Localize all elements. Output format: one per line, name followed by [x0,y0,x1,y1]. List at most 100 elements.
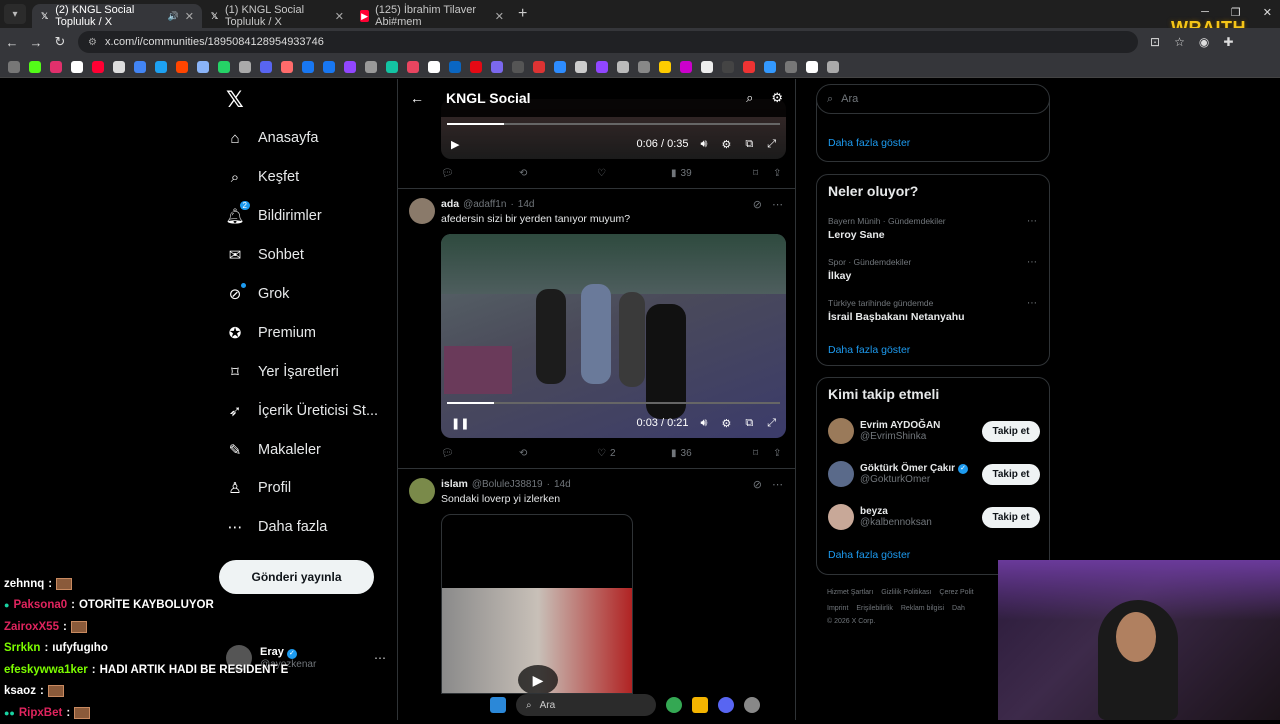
grok-icon[interactable]: ⊘ [753,478,762,491]
bookmark-icon[interactable] [533,60,545,73]
pip-icon[interactable]: ⧉ [745,417,753,430]
bookmark-icon[interactable] [470,60,482,73]
footer-link[interactable]: Imprint [827,605,848,612]
bookmark-icon[interactable] [281,60,293,73]
trend-item[interactable]: İlkay [828,270,851,282]
close-window-icon[interactable]: ✕ [1263,6,1272,19]
close-icon[interactable]: ✕ [495,10,504,23]
footer-link[interactable]: Reklam bilgisi [901,605,944,612]
video-progress-bar[interactable] [447,402,780,404]
nav-item-explore[interactable]: ⌕ Keşfet [226,168,299,186]
close-icon[interactable]: ✕ [335,10,344,23]
bookmark-icon[interactable] [71,60,83,73]
x-logo-icon[interactable]: 𝕏 [226,87,244,113]
bookmark-icon[interactable] [512,60,524,73]
new-tab-button[interactable]: + [518,5,527,23]
bookmark-icon[interactable]: ⌑ [753,168,773,179]
puzzle-icon[interactable]: ✚ [1223,35,1233,49]
tweet-age[interactable]: 14d [554,479,571,490]
close-icon[interactable]: ✕ [185,10,194,23]
browser-tab[interactable]: 𝕏 (2) KNGL Social Topluluk / X 🔊 ✕ [32,4,202,28]
follow-button[interactable]: Takip et [982,420,1040,442]
settings-icon[interactable]: ⚙ [721,138,731,151]
like-count[interactable]: ♡ 2 [597,448,671,459]
discord-icon[interactable] [718,697,734,713]
speaker-icon[interactable]: 🔊 [168,11,179,22]
bookmark-icon[interactable] [428,60,440,73]
trend-item[interactable]: Leroy Sane [828,229,885,241]
bookmark-icon[interactable] [239,60,251,73]
tab-search-button[interactable]: ▾ [4,4,26,24]
footer-link[interactable]: Erişilebilirlik [856,605,893,612]
windows-start-icon[interactable] [490,697,506,713]
retweet-icon[interactable]: ⟲ [519,448,597,459]
bookmark-icon[interactable]: ⌑ [753,448,773,459]
play-icon[interactable]: ▶ [451,138,459,151]
tweet-age[interactable]: 14d [518,199,535,210]
bookmark-icon[interactable] [386,60,398,73]
video-player[interactable]: ❚❚ 0:03 / 0:21 🔊︎ ⚙ ⧉ ⤢ [441,234,786,438]
bookmark-icon[interactable] [176,60,188,73]
gear-icon[interactable]: ⚙ [771,90,783,106]
back-arrow-icon[interactable]: ← [410,90,424,106]
extension-icon[interactable]: ◉ [1199,35,1209,49]
tweet-author[interactable]: islam [441,478,468,490]
bookmark-icon[interactable] [260,60,272,73]
forward-icon[interactable]: → [24,35,48,50]
bookmark-icon[interactable] [827,60,839,73]
settings-icon[interactable]: ⚙ [721,417,731,430]
views-count[interactable]: ▮ 39 [671,168,753,179]
bookmark-icon[interactable] [722,60,734,73]
url-input[interactable]: ⚙ x.com/i/communities/189508412895493374… [78,31,1138,53]
back-icon[interactable]: ← [0,35,24,50]
nav-item-creator-studio[interactable]: ➶ İçerik Üreticisi St... [226,402,378,420]
tweet-handle[interactable]: @BoluleJ38819 [472,479,543,490]
browser-tab[interactable]: ▶ (125) İbrahim Tilaver Abi#mem ✕ [352,4,512,28]
install-icon[interactable]: ⊡ [1150,35,1160,49]
more-icon[interactable]: ⋯ [374,651,386,665]
bookmark-icon[interactable] [323,60,335,73]
volume-icon[interactable]: 🔊︎ [701,417,708,430]
bookmark-icon[interactable] [617,60,629,73]
nav-item-articles[interactable]: ✎ Makaleler [226,441,321,459]
bookmark-icon[interactable] [407,60,419,73]
bookmark-icon[interactable] [554,60,566,73]
nav-item-messages[interactable]: ✉ Sohbet [226,246,304,264]
share-icon[interactable]: ⇪ [773,168,781,179]
bookmark-icon[interactable] [638,60,650,73]
bookmark-icon[interactable] [50,60,62,73]
avatar[interactable] [409,478,435,504]
nav-item-home[interactable]: ⌂ Anasayfa [226,129,318,147]
bookmark-icon[interactable] [680,60,692,73]
more-icon[interactable]: ⋯ [1027,216,1037,227]
chrome-icon[interactable] [666,697,682,713]
bookmark-icon[interactable] [743,60,755,73]
fullscreen-icon[interactable]: ⤢ [767,417,776,430]
bookmark-icon[interactable] [134,60,146,73]
footer-link[interactable]: Dah [952,605,965,612]
bookmark-icon[interactable] [764,60,776,73]
reply-icon[interactable]: 💬︎ [441,168,519,179]
more-icon[interactable]: ⋯ [1027,298,1037,309]
star-icon[interactable]: ☆ [1174,35,1185,49]
nav-item-profile[interactable]: ♙ Profil [226,479,291,497]
bookmark-icon[interactable] [659,60,671,73]
trend-item[interactable]: İsrail Başbakanı Netanyahu [828,311,965,323]
show-more-link[interactable]: Daha fazla göster [828,549,910,561]
pip-icon[interactable]: ⧉ [745,138,753,151]
footer-link[interactable]: Gizlilik Politikası [881,589,931,596]
video-progress-bar[interactable] [447,123,780,125]
like-icon[interactable]: ♡ [597,168,671,179]
nav-item-more[interactable]: ⋯ Daha fazla [226,518,328,536]
bookmark-icon[interactable] [575,60,587,73]
follow-suggestion[interactable]: Göktürk Ömer Çakır ✓ @GokturkOmer Takip e… [828,459,1040,489]
video-player[interactable]: ▶ [441,514,633,694]
reload-icon[interactable]: ↻ [48,34,72,50]
more-icon[interactable]: ⋯ [1027,257,1037,268]
follow-button[interactable]: Takip et [982,506,1040,528]
fullscreen-icon[interactable]: ⤢ [767,138,776,151]
bookmark-icon[interactable] [596,60,608,73]
bookmark-icon[interactable] [302,60,314,73]
taskbar-search[interactable]: ⌕ Ara [516,694,656,716]
follow-suggestion[interactable]: Evrim AYDOĞAN @EvrimShinka Takip et [828,416,1040,446]
